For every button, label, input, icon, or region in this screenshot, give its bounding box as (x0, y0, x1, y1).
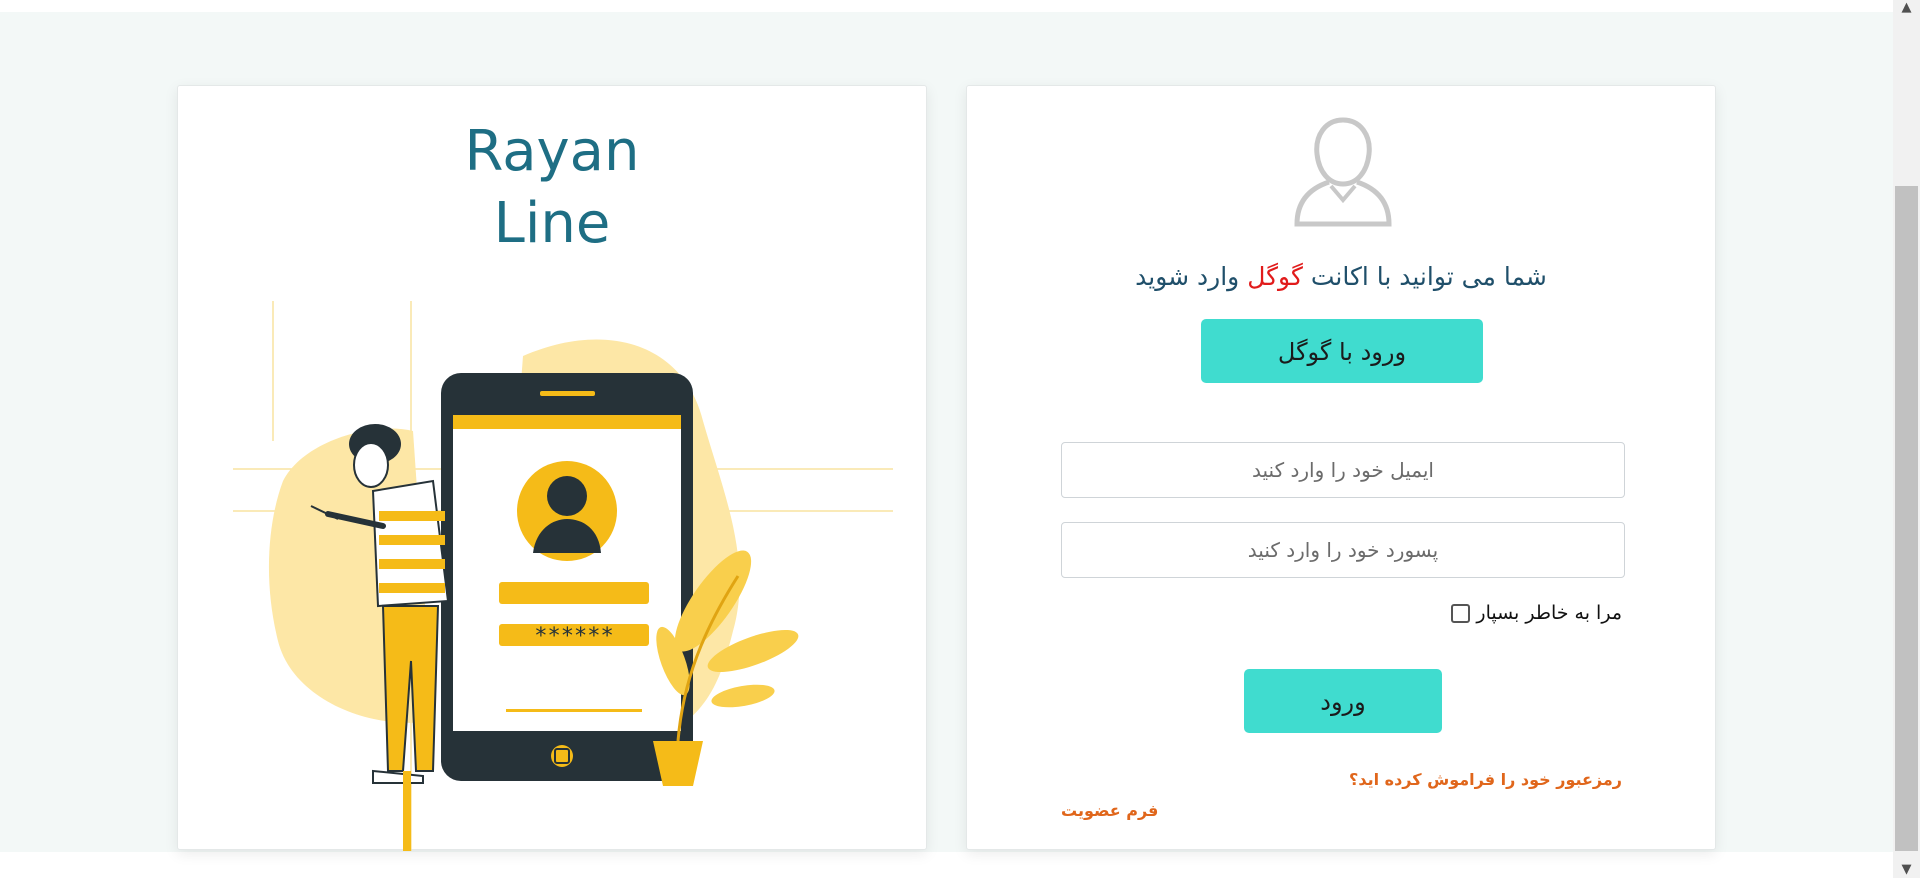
forgot-password-link[interactable]: رمزعبور خود را فراموش کرده اید؟ (1349, 770, 1622, 789)
phone-login-illustration: ****** (233, 301, 893, 851)
branding-card: Rayan Line ****** (177, 85, 927, 851)
chevron-down-icon[interactable]: ▼ (1893, 862, 1920, 878)
remember-me-checkbox[interactable] (1451, 603, 1471, 623)
page-footer-strip (0, 852, 1893, 878)
chevron-up-icon[interactable]: ▲ (1893, 0, 1920, 16)
brand-line-2: Line (493, 191, 611, 256)
google-login-button[interactable]: ورود با گوگل (1201, 319, 1483, 383)
remember-me-row[interactable]: مرا به خاطر بسپار (1451, 601, 1622, 625)
login-submit-button[interactable]: ورود (1244, 669, 1442, 733)
email-input[interactable] (1061, 442, 1625, 498)
remember-me-label: مرا به خاطر بسپار (1476, 602, 1622, 624)
password-mask-text: ****** (534, 624, 613, 649)
heading-part-1: شما می توانید با اکانت (1310, 262, 1547, 291)
google-login-heading: شما می توانید با اکانت گوگل وارد شوید (967, 262, 1715, 291)
heading-part-2: وارد شوید (1135, 262, 1240, 291)
user-outline-icon (1294, 117, 1392, 227)
heading-google-highlight: گوگل (1247, 262, 1303, 291)
register-form-link[interactable]: فرم عضویت (1061, 801, 1158, 820)
scrollbar-thumb[interactable] (1895, 186, 1918, 851)
brand-line-1: Rayan (464, 119, 640, 184)
password-input[interactable] (1061, 522, 1625, 578)
vertical-scrollbar[interactable]: ▲ ▼ (1893, 0, 1920, 878)
login-card: شما می توانید با اکانت گوگل وارد شوید ور… (966, 85, 1716, 850)
brand-logo-text: Rayan Line (178, 116, 926, 260)
